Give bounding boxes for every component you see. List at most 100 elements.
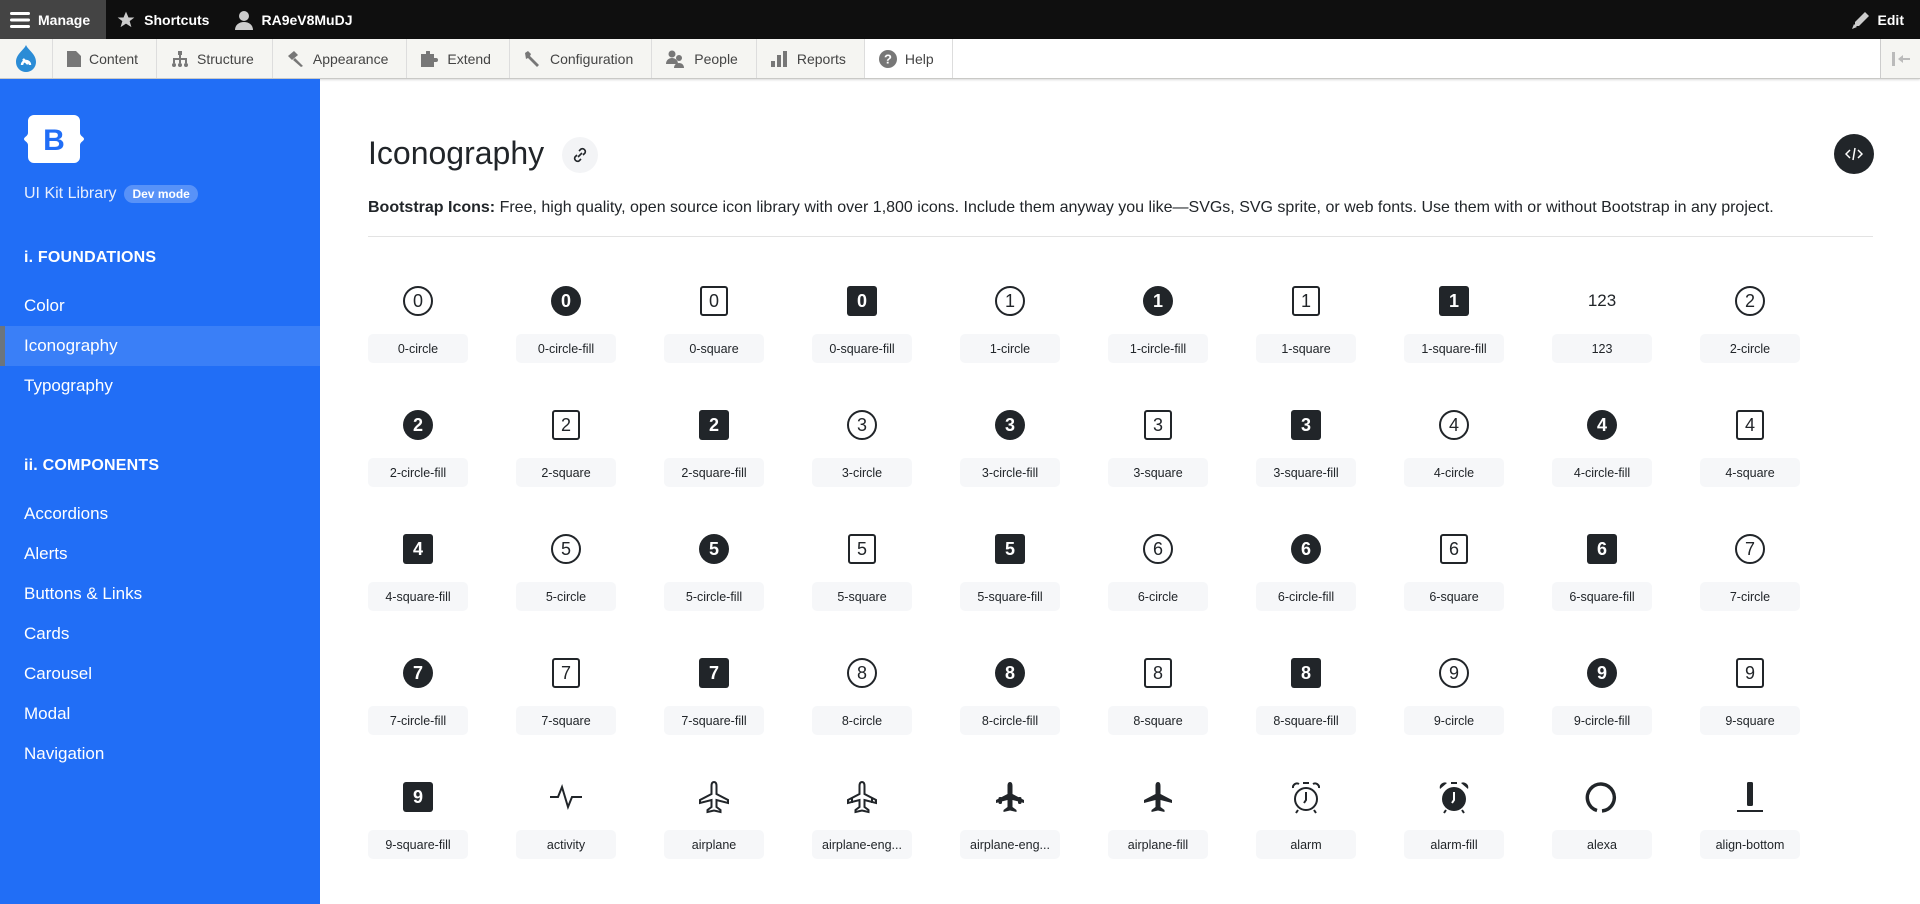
icon-card[interactable]: 8 8-square-fill	[1256, 641, 1356, 751]
sidebar-item-color[interactable]: Color	[0, 286, 320, 326]
bootstrap-logo-icon[interactable]: B	[24, 115, 84, 163]
icon-card[interactable]: 9 9-circle	[1404, 641, 1504, 751]
icon-card[interactable]: airplane-eng...	[960, 765, 1060, 875]
icon-name-label[interactable]: airplane-eng...	[812, 830, 912, 859]
icon-card[interactable]: activity	[516, 765, 616, 875]
anchor-link-button[interactable]	[562, 137, 598, 173]
icon-name-label[interactable]: 5-circle	[516, 582, 616, 611]
icon-card[interactable]: 5 5-circle	[516, 517, 616, 627]
toolbar-item-people[interactable]: People	[652, 39, 757, 78]
icon-name-label[interactable]: 3-circle-fill	[960, 458, 1060, 487]
icon-card[interactable]: 0 0-circle-fill	[516, 269, 616, 379]
icon-name-label[interactable]: 4-square-fill	[368, 582, 468, 611]
icon-name-label[interactable]: 2-square-fill	[664, 458, 764, 487]
toolbar-item-configuration[interactable]: Configuration	[510, 39, 653, 78]
icon-name-label[interactable]: 6-square	[1404, 582, 1504, 611]
icon-name-label[interactable]: 3-square	[1108, 458, 1208, 487]
sidebar-item-carousel[interactable]: Carousel	[0, 654, 320, 694]
icon-card[interactable]: 2 2-circle	[1700, 269, 1800, 379]
user-button[interactable]: RA9eV8MuDJ	[225, 0, 368, 39]
icon-name-label[interactable]: 9-circle	[1404, 706, 1504, 735]
icon-card[interactable]: 5 5-circle-fill	[664, 517, 764, 627]
icon-name-label[interactable]: 7-square	[516, 706, 616, 735]
icon-name-label[interactable]: activity	[516, 830, 616, 859]
icon-name-label[interactable]: 2-circle	[1700, 334, 1800, 363]
sidebar-item-accordions[interactable]: Accordions	[0, 494, 320, 534]
icon-card[interactable]: align-bottom	[1700, 765, 1800, 875]
icon-card[interactable]: 6 6-square	[1404, 517, 1504, 627]
icon-card[interactable]: 8 8-square	[1108, 641, 1208, 751]
icon-card[interactable]: 2 2-circle-fill	[368, 393, 468, 503]
icon-name-label[interactable]: align-bottom	[1700, 830, 1800, 859]
icon-name-label[interactable]: 9-square	[1700, 706, 1800, 735]
toolbar-item-reports[interactable]: Reports	[757, 39, 865, 78]
icon-card[interactable]: 1 1-circle-fill	[1108, 269, 1208, 379]
icon-card[interactable]: 123 123	[1552, 269, 1652, 379]
icon-card[interactable]: 2 2-square-fill	[664, 393, 764, 503]
icon-card[interactable]: 1 1-square-fill	[1404, 269, 1504, 379]
icon-name-label[interactable]: alarm-fill	[1404, 830, 1504, 859]
icon-card[interactable]: alexa	[1552, 765, 1652, 875]
toolbar-item-appearance[interactable]: Appearance	[273, 39, 408, 78]
icon-name-label[interactable]: 2-square	[516, 458, 616, 487]
icon-card[interactable]: 6 6-square-fill	[1552, 517, 1652, 627]
icon-name-label[interactable]: 9-circle-fill	[1552, 706, 1652, 735]
icon-card[interactable]: 4 4-square	[1700, 393, 1800, 503]
sidebar-item-navigation[interactable]: Navigation	[0, 734, 320, 774]
icon-name-label[interactable]: 7-circle	[1700, 582, 1800, 611]
icon-card[interactable]: 2 2-square	[516, 393, 616, 503]
icon-name-label[interactable]: 0-square-fill	[812, 334, 912, 363]
icon-card[interactable]: 4 4-square-fill	[368, 517, 468, 627]
icon-card[interactable]: 3 3-circle-fill	[960, 393, 1060, 503]
edit-button[interactable]: Edit	[1851, 0, 1904, 39]
icon-card[interactable]: alarm	[1256, 765, 1356, 875]
icon-name-label[interactable]: alarm	[1256, 830, 1356, 859]
icon-name-label[interactable]: 7-square-fill	[664, 706, 764, 735]
view-code-button[interactable]	[1834, 134, 1874, 174]
toolbar-item-help[interactable]: ? Help	[864, 39, 953, 78]
icon-card[interactable]: 3 3-square	[1108, 393, 1208, 503]
icon-name-label[interactable]: 8-circle-fill	[960, 706, 1060, 735]
icon-name-label[interactable]: 2-circle-fill	[368, 458, 468, 487]
icon-card[interactable]: 3 3-circle	[812, 393, 912, 503]
icon-card[interactable]: 5 5-square-fill	[960, 517, 1060, 627]
icon-card[interactable]: 6 6-circle-fill	[1256, 517, 1356, 627]
icon-name-label[interactable]: 0-circle	[368, 334, 468, 363]
icon-name-label[interactable]: 5-square	[812, 582, 912, 611]
icon-name-label[interactable]: airplane	[664, 830, 764, 859]
icon-card[interactable]: 0 0-circle	[368, 269, 468, 379]
icon-card[interactable]: airplane-fill	[1108, 765, 1208, 875]
icon-name-label[interactable]: 6-circle-fill	[1256, 582, 1356, 611]
icon-card[interactable]: 7 7-circle-fill	[368, 641, 468, 751]
icon-card[interactable]: 5 5-square	[812, 517, 912, 627]
toolbar-item-extend[interactable]: Extend	[407, 39, 510, 78]
icon-name-label[interactable]: 1-circle	[960, 334, 1060, 363]
icon-card[interactable]: 9 9-square	[1700, 641, 1800, 751]
sidebar-item-modal[interactable]: Modal	[0, 694, 320, 734]
icon-card[interactable]: airplane-eng...	[812, 765, 912, 875]
icon-name-label[interactable]: 5-circle-fill	[664, 582, 764, 611]
icon-name-label[interactable]: alexa	[1552, 830, 1652, 859]
manage-button[interactable]: Manage	[0, 0, 107, 39]
icon-name-label[interactable]: 0-square	[664, 334, 764, 363]
icon-name-label[interactable]: 1-square-fill	[1404, 334, 1504, 363]
icon-name-label[interactable]: 7-circle-fill	[368, 706, 468, 735]
icon-card[interactable]: 0 0-square	[664, 269, 764, 379]
icon-name-label[interactable]: 1-square	[1256, 334, 1356, 363]
icon-name-label[interactable]: 3-circle	[812, 458, 912, 487]
icon-card[interactable]: 4 4-circle	[1404, 393, 1504, 503]
icon-card[interactable]: 7 7-square	[516, 641, 616, 751]
icon-card[interactable]: 0 0-square-fill	[812, 269, 912, 379]
icon-card[interactable]: airplane	[664, 765, 764, 875]
icon-card[interactable]: 7 7-square-fill	[664, 641, 764, 751]
icon-name-label[interactable]: 8-square-fill	[1256, 706, 1356, 735]
shortcuts-button[interactable]: Shortcuts	[106, 0, 225, 39]
sidebar-item-buttons-links[interactable]: Buttons & Links	[0, 574, 320, 614]
icon-name-label[interactable]: 5-square-fill	[960, 582, 1060, 611]
icon-name-label[interactable]: 4-circle	[1404, 458, 1504, 487]
toolbar-item-content[interactable]: Content	[53, 39, 158, 78]
toolbar-item-structure[interactable]: Structure	[157, 39, 273, 78]
icon-card[interactable]: 4 4-circle-fill	[1552, 393, 1652, 503]
icon-card[interactable]: 6 6-circle	[1108, 517, 1208, 627]
icon-name-label[interactable]: 8-circle	[812, 706, 912, 735]
